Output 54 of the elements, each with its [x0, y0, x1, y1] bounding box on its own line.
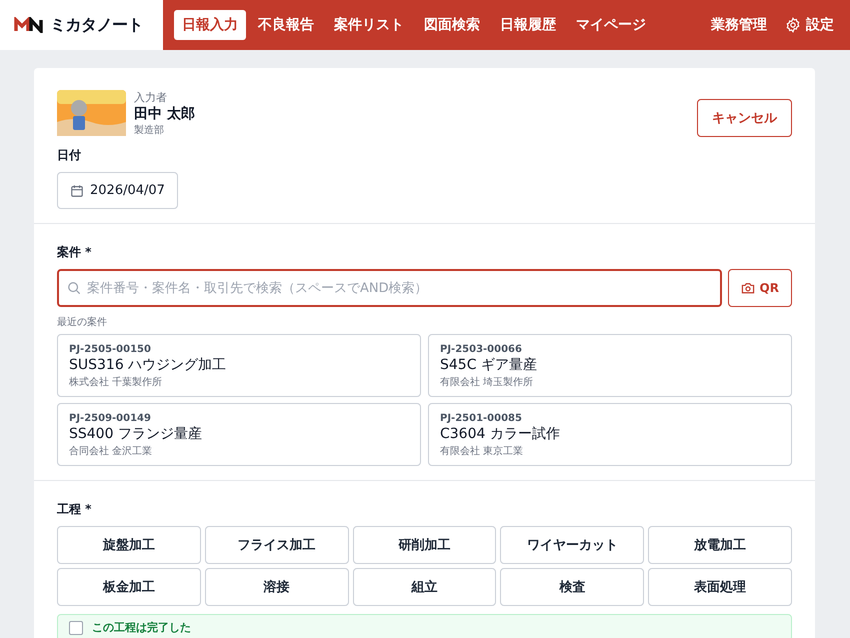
project-search-field[interactable]: 案件番号・案件名・取引先で検索（スペースでAND検索）	[57, 269, 722, 307]
process-option-button[interactable]: 溶接	[204, 568, 349, 606]
cancel-button[interactable]: キャンセル	[697, 99, 792, 137]
recent-project-card[interactable]: PJ-2501-00085 C3604 カラー試作 有限会社 東京工業	[428, 403, 792, 466]
process-option-button[interactable]: 放電加工	[648, 526, 792, 564]
project-client: 有限会社 東京工業	[440, 444, 524, 458]
recent-project-card[interactable]: PJ-2503-00066 S45C ギア量産 有限会社 埼玉製作所	[428, 334, 792, 397]
process-option-button[interactable]: 組立	[352, 568, 496, 606]
reporter-name: 田中 太郎	[134, 105, 195, 123]
camera-icon	[740, 282, 755, 294]
nav-tab[interactable]: 案件リスト	[326, 10, 412, 40]
nav-tab[interactable]: マイページ	[568, 10, 654, 40]
project-code: PJ-2509-00149	[69, 413, 151, 424]
admin-link[interactable]: 業務管理	[703, 10, 775, 40]
nav-tab[interactable]: 日報入力	[174, 10, 246, 40]
process-option-button[interactable]: 検査	[500, 568, 644, 606]
nav-tab[interactable]: 図面検索	[416, 10, 488, 40]
process-option-button[interactable]: フライス加工	[204, 526, 349, 564]
checkbox[interactable]	[69, 620, 83, 634]
reporter-department: 製造部	[134, 124, 165, 137]
avatar-drawing	[57, 90, 126, 136]
process-option-button[interactable]: ワイヤーカット	[500, 526, 644, 564]
project-name: S45C ギア量産	[440, 356, 537, 374]
recent-project-card[interactable]: PJ-2505-00150 SUS316 ハウジング加工 株式会社 千葉製作所	[57, 334, 421, 397]
project-name: C3604 カラー試作	[440, 425, 560, 443]
project-code: PJ-2503-00066	[440, 344, 522, 355]
project-label: 案件 *	[57, 244, 92, 261]
settings-icon	[785, 17, 801, 33]
nav-tab[interactable]: 日報履歴	[492, 10, 564, 40]
project-code: PJ-2505-00150	[69, 344, 151, 355]
process-option-button[interactable]: 研削加工	[352, 526, 496, 564]
reporter-caption: 入力者	[134, 90, 168, 105]
settings-link[interactable]: 設定	[777, 10, 842, 40]
project-client: 合同会社 金沢工業	[69, 444, 152, 458]
qr-scan-button[interactable]: QR	[728, 269, 792, 307]
process-option-button[interactable]: 旋盤加工	[57, 526, 201, 564]
logo-icon	[14, 17, 44, 33]
project-name: SUS316 ハウジング加工	[69, 356, 226, 374]
project-client: 株式会社 千葉製作所	[69, 376, 162, 389]
nav-tab[interactable]: 不良報告	[250, 10, 322, 40]
date-field[interactable]: 2026/04/07	[57, 172, 178, 209]
recent-projects-label: 最近の案件	[57, 316, 108, 329]
completion-label: この工程は完了した	[92, 620, 191, 635]
process-label: 工程 *	[57, 501, 92, 518]
process-option-button[interactable]: 板金加工	[57, 568, 201, 606]
recent-project-card[interactable]: PJ-2509-00149 SS400 フランジ量産 合同会社 金沢工業	[57, 403, 421, 466]
project-client: 有限会社 埼玉製作所	[440, 376, 534, 389]
logo-text: ミカタノート	[50, 14, 143, 36]
project-name: SS400 フランジ量産	[69, 425, 202, 443]
process-option-button[interactable]: 表面処理	[648, 568, 792, 606]
search-icon	[67, 281, 81, 295]
project-code: PJ-2501-00085	[440, 413, 522, 424]
date-label: 日付	[57, 147, 82, 164]
calendar-icon	[70, 184, 84, 198]
